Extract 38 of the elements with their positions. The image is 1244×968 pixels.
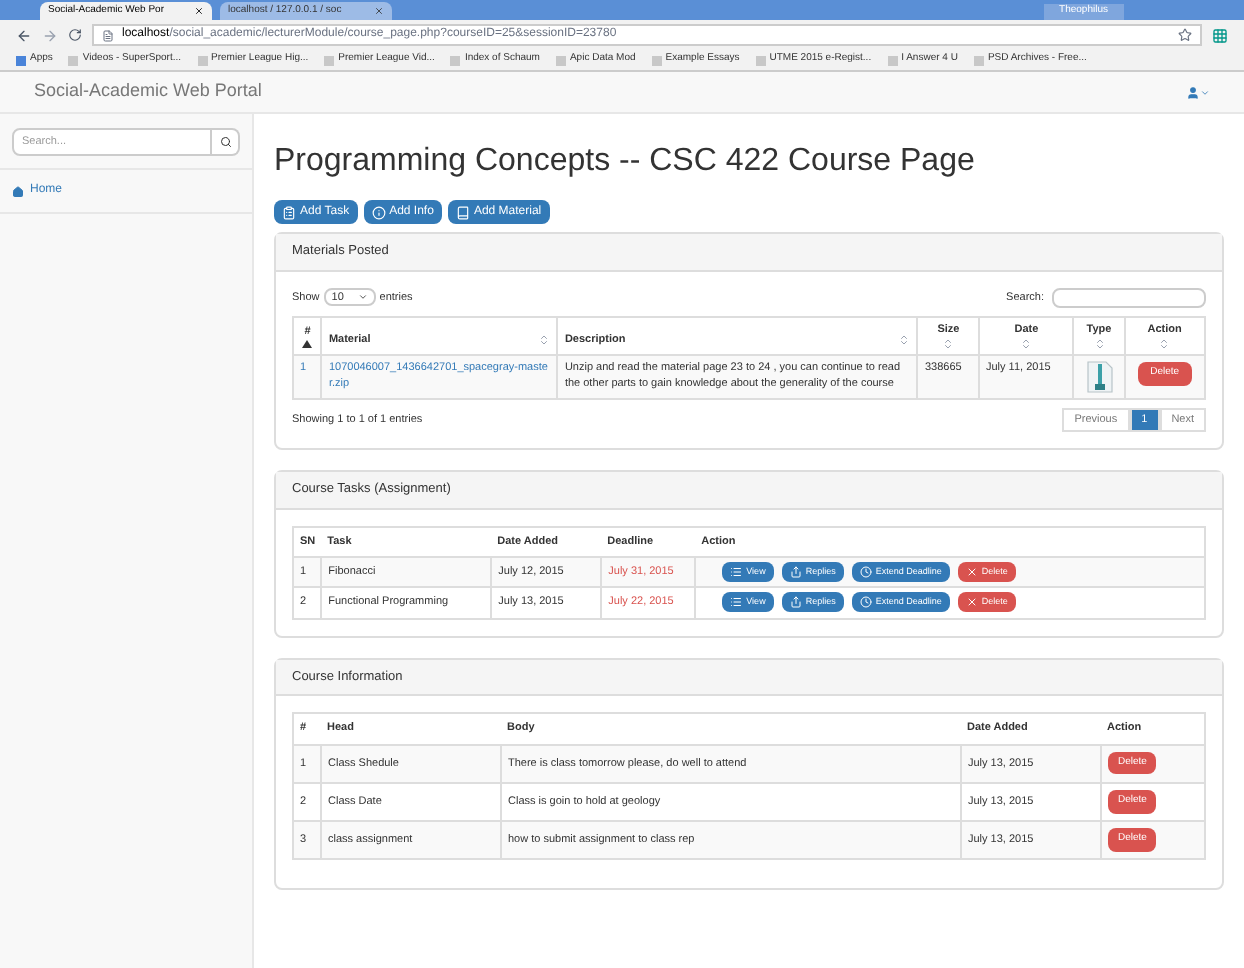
home-icon — [12, 185, 24, 197]
bookmark-icon — [197, 55, 208, 65]
close-icon — [965, 566, 978, 579]
bookmark-icon — [651, 55, 662, 65]
extension-icon[interactable] — [1212, 27, 1228, 43]
archive-file-icon — [1085, 360, 1113, 394]
user-menu-button[interactable] — [1186, 85, 1210, 99]
list-icon — [730, 596, 743, 609]
bookmark-icon — [450, 55, 461, 65]
clock-icon — [859, 596, 872, 609]
sort-asc-icon — [302, 340, 313, 348]
brand-title[interactable]: Social-Academic Web Portal — [34, 78, 262, 106]
caret-icon — [1200, 87, 1210, 97]
share-icon — [789, 566, 802, 579]
reload-icon[interactable] — [68, 28, 82, 42]
list-icon — [730, 566, 743, 579]
page-icon — [102, 29, 114, 41]
bookmark-icon — [755, 55, 766, 65]
share-icon — [789, 596, 802, 609]
star-icon[interactable] — [1178, 28, 1192, 42]
bookmark-icon — [555, 55, 566, 65]
search-button[interactable] — [212, 128, 240, 156]
bookmark-icon — [973, 55, 984, 65]
search-icon — [219, 136, 231, 148]
page-title: Programming Concepts -- CSC 422 Course Page — [274, 146, 977, 178]
user-icon — [1186, 85, 1200, 99]
bookmark-icon — [68, 55, 79, 65]
book-icon — [455, 205, 470, 219]
back-icon[interactable] — [16, 27, 32, 43]
list-icon — [282, 205, 296, 219]
caret-icon — [357, 292, 368, 303]
bookmark-icon — [887, 55, 898, 65]
bookmark-icon — [324, 55, 335, 65]
clock-icon — [859, 566, 872, 579]
bookmark-icon — [16, 55, 26, 65]
table-search-field[interactable] — [1052, 287, 1206, 308]
info-icon — [371, 205, 386, 219]
close-icon — [965, 596, 978, 609]
